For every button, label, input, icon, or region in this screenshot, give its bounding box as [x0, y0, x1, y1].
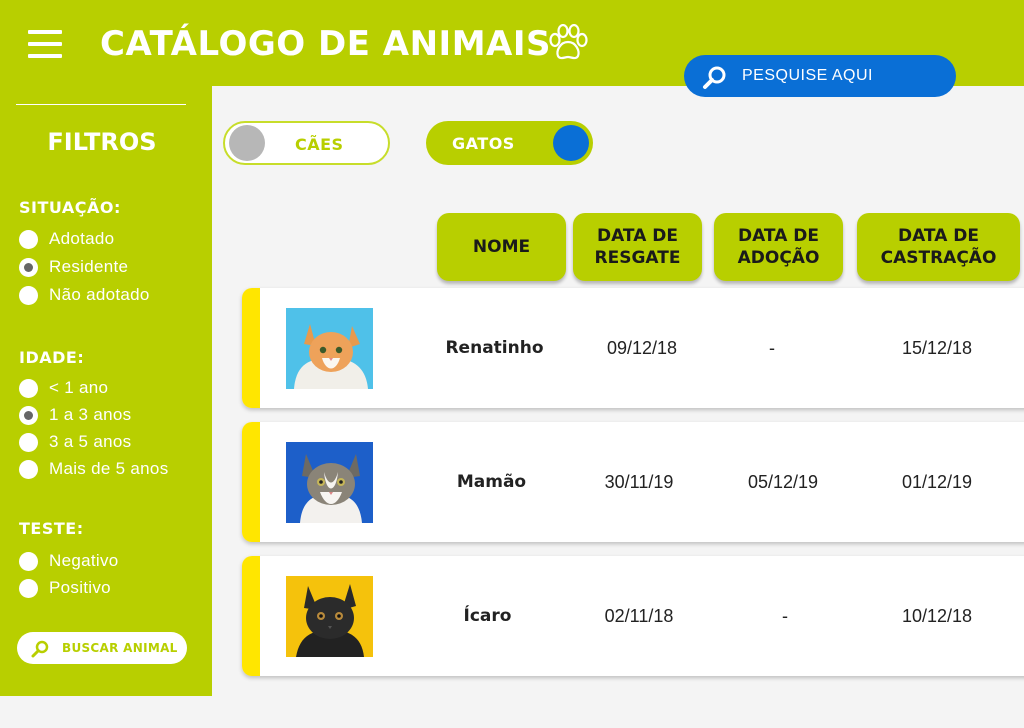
column-header-data-resgate[interactable]: DATA DE RESGATE — [573, 213, 702, 281]
radio-button[interactable] — [19, 229, 38, 249]
filter-option-nao-adotado[interactable]: Não adotado — [19, 284, 150, 306]
column-header-data-castracao[interactable]: DATA DE CASTRAÇÃO — [857, 213, 1020, 281]
toggle-knob — [229, 125, 265, 161]
filter-option-residente[interactable]: Residente — [19, 256, 128, 278]
row-accent-stripe — [242, 556, 260, 676]
radio-button[interactable] — [19, 551, 38, 571]
column-header-label: DATA DE CASTRAÇÃO — [880, 226, 997, 268]
filter-option-adotado[interactable]: Adotado — [19, 228, 114, 250]
adoption-date: - — [782, 605, 788, 626]
rescue-date: 02/11/18 — [604, 605, 674, 626]
radio-button-selected[interactable] — [19, 405, 38, 425]
row-accent-stripe — [242, 422, 260, 542]
filters-title: FILTROS — [47, 128, 157, 156]
search-animal-button[interactable]: BUSCAR ANIMAL — [17, 632, 187, 664]
column-header-label: DATA DE ADOÇÃO — [737, 226, 820, 268]
animal-photo — [286, 308, 373, 389]
table-row[interactable]: Mamão 30/11/19 05/12/19 01/12/19 — [242, 422, 1024, 542]
animal-name: Mamão — [456, 472, 527, 492]
option-label: Negativo — [49, 551, 119, 570]
radio-button-selected[interactable] — [19, 257, 38, 277]
toggle-knob — [553, 125, 589, 161]
option-label: Positivo — [49, 578, 111, 597]
option-label: 1 a 3 anos — [49, 405, 132, 424]
filter-option-menos-1-ano[interactable]: < 1 ano — [19, 377, 108, 399]
filter-option-negativo[interactable]: Negativo — [19, 550, 119, 572]
animal-photo — [286, 442, 373, 523]
option-label: 3 a 5 anos — [49, 432, 132, 451]
toggle-gatos[interactable]: GATOS — [426, 121, 593, 165]
section-title-situacao: SITUAÇÃO: — [19, 198, 121, 217]
section-title-idade: IDADE: — [19, 348, 85, 367]
toggle-label: CÃES — [295, 135, 344, 154]
filter-option-mais-5-anos[interactable]: Mais de 5 anos — [19, 458, 169, 480]
animal-name: Renatinho — [445, 338, 544, 358]
column-header-label: DATA DE RESGATE — [594, 226, 681, 268]
radio-button[interactable] — [19, 285, 38, 305]
filters-sidebar: FILTROS SITUAÇÃO: Adotado Residente Não … — [0, 86, 212, 696]
radio-button[interactable] — [19, 378, 38, 398]
option-label: Não adotado — [49, 285, 150, 304]
option-label: Residente — [49, 257, 129, 276]
option-label: < 1 ano — [49, 378, 109, 397]
filter-option-3-a-5-anos[interactable]: 3 a 5 anos — [19, 431, 131, 453]
radio-button[interactable] — [19, 459, 38, 479]
filter-option-1-a-3-anos[interactable]: 1 a 3 anos — [19, 404, 131, 426]
search-icon — [703, 66, 726, 89]
adoption-date: - — [769, 337, 775, 358]
search-input[interactable] — [742, 64, 942, 88]
radio-button[interactable] — [19, 578, 38, 598]
search-bar[interactable] — [684, 55, 956, 97]
option-label: Adotado — [49, 229, 115, 248]
animal-name: Ícaro — [463, 606, 512, 626]
row-accent-stripe — [242, 288, 260, 408]
castration-date: 15/12/18 — [901, 337, 973, 358]
filter-option-positivo[interactable]: Positivo — [19, 577, 111, 599]
castration-date: 10/12/18 — [901, 605, 973, 626]
table-row[interactable]: Ícaro 02/11/18 - 10/12/18 — [242, 556, 1024, 676]
toggle-label: GATOS — [452, 134, 515, 153]
paw-icon — [549, 24, 588, 60]
search-icon — [31, 640, 49, 658]
radio-button[interactable] — [19, 432, 38, 452]
page-title: CATÁLOGO DE ANIMAIS — [100, 24, 551, 64]
search-animal-label: BUSCAR ANIMAL — [62, 641, 178, 655]
section-title-teste: TESTE: — [19, 519, 84, 538]
table-row[interactable]: Renatinho 09/12/18 - 15/12/18 — [242, 288, 1024, 408]
animal-photo — [286, 576, 373, 657]
rescue-date: 09/12/18 — [606, 337, 678, 358]
adoption-date: 05/12/19 — [747, 471, 819, 492]
column-header-data-adocao[interactable]: DATA DE ADOÇÃO — [714, 213, 843, 281]
toggle-caes[interactable]: CÃES — [223, 121, 390, 165]
option-label: Mais de 5 anos — [49, 459, 169, 478]
sidebar-divider — [16, 104, 186, 105]
castration-date: 01/12/19 — [901, 471, 973, 492]
hamburger-menu-icon[interactable] — [28, 30, 64, 58]
rescue-date: 30/11/19 — [604, 471, 674, 492]
column-header-nome[interactable]: NOME — [437, 213, 566, 281]
